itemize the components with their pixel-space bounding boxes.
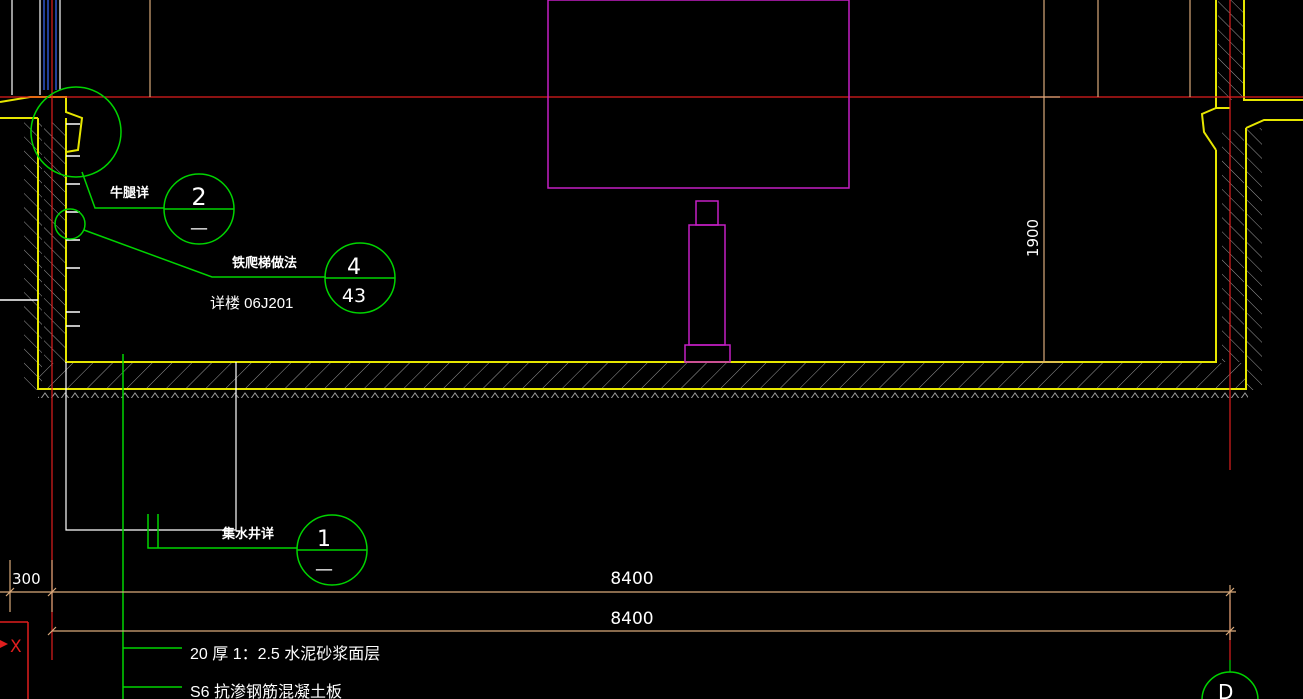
pump-head <box>695 200 719 226</box>
ucs-x-label: X <box>10 637 22 657</box>
callout-4-sheet: 43 <box>342 285 366 307</box>
sump-note: 集水井详 <box>221 526 274 541</box>
axis-lines <box>0 0 1303 660</box>
axis-bubble: D <box>1201 660 1259 699</box>
ucs-icon: X <box>0 621 29 699</box>
dim-300: 300 <box>12 570 41 588</box>
callout-1-number: 1 <box>317 527 331 552</box>
equipment-housing <box>547 0 850 189</box>
callout-2-sheet: — <box>190 218 208 239</box>
callout-4-number: 4 <box>347 255 361 280</box>
corbel-note: 牛腿详 <box>110 185 149 200</box>
slab-hatch <box>24 0 1262 398</box>
pump-body <box>688 224 726 346</box>
layer-screed: 20 厚 1：2.5 水泥砂浆面层 <box>190 645 380 663</box>
equipment <box>547 0 850 363</box>
cad-drawing-canvas[interactable]: 1900 2 — 4 43 1 — 牛腿详 铁爬梯做法 详楼 06J201 集水… <box>0 0 1303 699</box>
ladder-note: 铁爬梯做法 <box>231 255 297 270</box>
height-dim-text: 1900 <box>1024 219 1042 257</box>
layer-slab: S6 抗渗钢筋混凝土板 <box>190 683 342 699</box>
callout-1-sheet: — <box>315 559 333 580</box>
height-dimension <box>1030 0 1060 363</box>
dim-8400-upper: 8400 <box>610 569 653 589</box>
upper-wall-lines <box>11 0 1191 97</box>
axis-bubble-label: D <box>1218 680 1233 699</box>
dim-8400-lower: 8400 <box>610 609 653 629</box>
callout-2-number: 2 <box>191 183 206 211</box>
pump-base <box>684 344 731 363</box>
ladder-ref: 详楼 06J201 <box>210 295 293 312</box>
